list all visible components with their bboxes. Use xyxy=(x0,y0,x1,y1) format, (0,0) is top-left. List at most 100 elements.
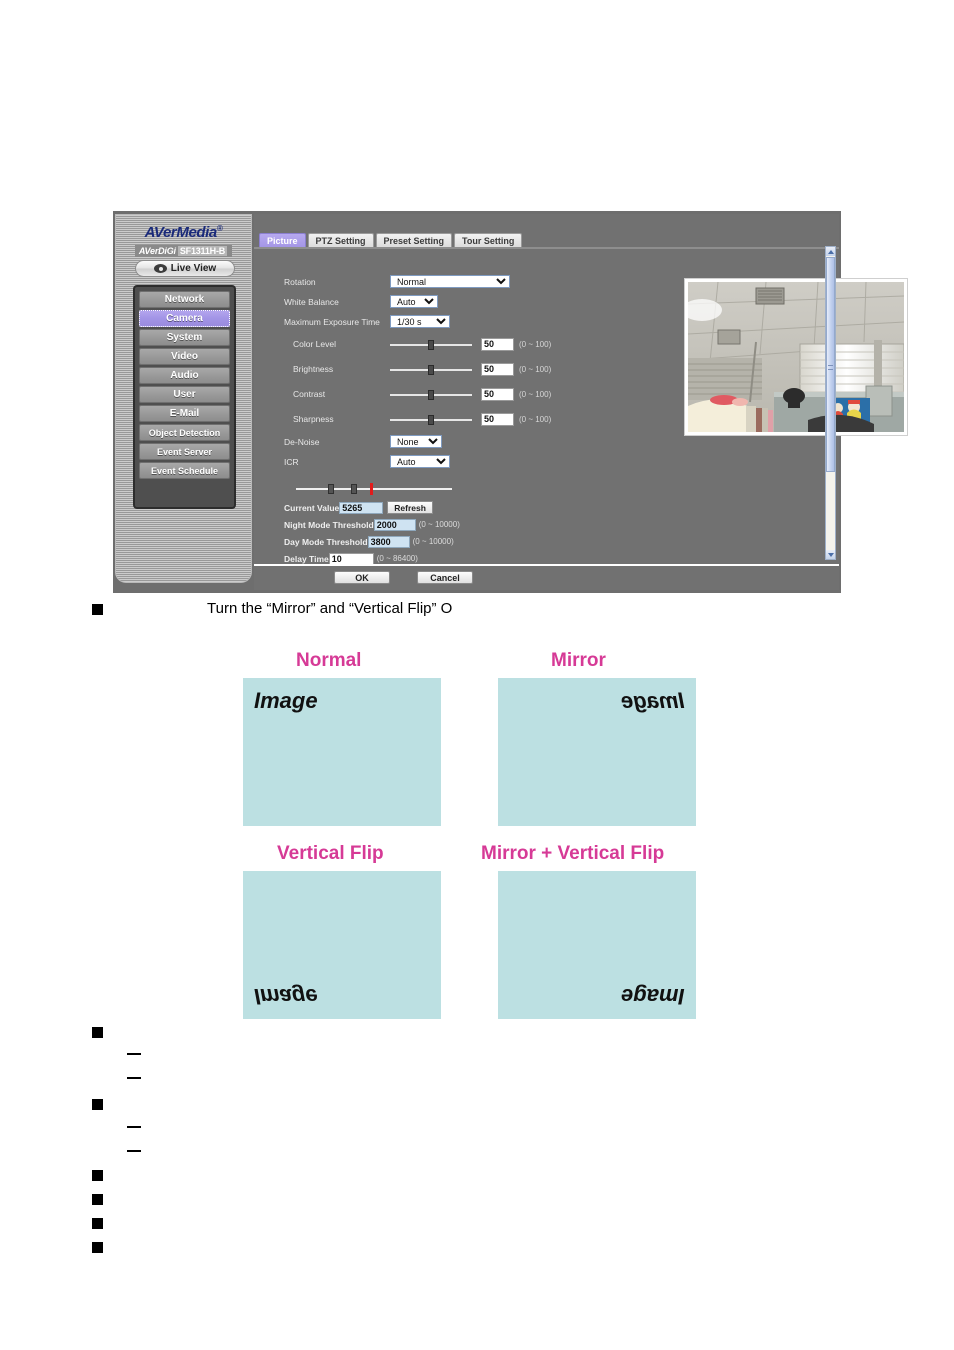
day-mode-threshold-label: Day Mode Threshold xyxy=(284,536,368,547)
delay-time-range: (0 ~ 86400) xyxy=(376,554,418,563)
day-threshold-thumb[interactable] xyxy=(351,484,357,494)
current-value-marker xyxy=(370,483,373,495)
denoise-label: De-Noise xyxy=(284,436,320,447)
sidebar-item-video[interactable]: Video xyxy=(139,348,230,365)
delay-time-label: Delay Time xyxy=(284,553,329,564)
video-preview-image[interactable] xyxy=(688,282,904,432)
night-mode-threshold-range: (0 ~ 10000) xyxy=(418,520,460,529)
row-icr: ICR Auto xyxy=(284,452,614,471)
refresh-button[interactable]: Refresh xyxy=(387,501,433,514)
tab-tour-setting[interactable]: Tour Setting xyxy=(454,233,523,247)
white-balance-label: White Balance xyxy=(284,296,339,307)
row-white-balance: White Balance Auto xyxy=(284,292,614,311)
sidebar-item-camera[interactable]: Camera xyxy=(139,310,230,327)
left-panel: AVerMedia® AVerDiGi SF1311H-B Live View N… xyxy=(115,214,252,583)
slider-thumb[interactable] xyxy=(428,364,434,375)
rotation-label: Rotation xyxy=(284,276,316,287)
icr-threshold-fields: Current Value Refresh Night Mode Thresho… xyxy=(284,499,584,567)
demo-box-vertical-flip: Image xyxy=(243,871,441,1019)
white-balance-select[interactable]: Auto xyxy=(390,295,438,308)
sharpness-range: (0 ~ 100) xyxy=(519,414,552,424)
bullet-marker xyxy=(92,1194,103,1205)
sidebar-item-network[interactable]: Network xyxy=(139,291,230,308)
contrast-input[interactable] xyxy=(481,387,514,401)
bullet-marker xyxy=(92,1170,103,1181)
office-ceiling-scene xyxy=(688,282,904,432)
sidebar-item-system[interactable]: System xyxy=(139,329,230,346)
color-level-slider[interactable] xyxy=(390,338,472,351)
scrollbar-thumb[interactable] xyxy=(826,257,835,472)
slider-thumb[interactable] xyxy=(428,339,434,350)
demo-title-mirror-vertical-flip: Mirror + Vertical Flip xyxy=(481,843,665,864)
sidebar-item-email[interactable]: E-Mail xyxy=(139,405,230,422)
sidebar-item-label: Network xyxy=(164,294,205,305)
brightness-range: (0 ~ 100) xyxy=(519,364,552,374)
slider-thumb[interactable] xyxy=(428,414,434,425)
row-brightness: Brightness (0 ~ 100) xyxy=(284,357,614,381)
demo-title-normal: Normal xyxy=(296,650,362,671)
row-current-value: Current Value Refresh xyxy=(284,499,584,516)
demo-title-vertical-flip: Vertical Flip xyxy=(277,843,384,864)
demo-title-mirror: Mirror xyxy=(551,650,606,671)
sidebar-item-audio[interactable]: Audio xyxy=(139,367,230,384)
row-max-exposure: Maximum Exposure Time 1/30 s xyxy=(284,312,614,331)
demo-word-mirror: Image xyxy=(621,688,685,713)
icr-threshold-slider[interactable] xyxy=(296,483,452,495)
document-page: AVerMedia® AVerDiGi SF1311H-B Live View N… xyxy=(0,0,954,1350)
night-mode-threshold-input[interactable] xyxy=(373,518,416,531)
night-mode-threshold-label: Night Mode Threshold xyxy=(284,519,374,530)
demo-word-vertical-flip: Image xyxy=(254,984,318,1009)
night-threshold-thumb[interactable] xyxy=(328,484,334,494)
cancel-button[interactable]: Cancel xyxy=(417,571,473,584)
video-preview-frame xyxy=(684,278,908,436)
sidebar-item-label: Event Server xyxy=(156,446,213,457)
sharpness-slider[interactable] xyxy=(390,413,472,426)
contrast-range: (0 ~ 100) xyxy=(519,389,552,399)
live-view-button[interactable]: Live View xyxy=(135,260,235,277)
row-contrast: Contrast (0 ~ 100) xyxy=(284,382,614,406)
instruction-text: Turn the “Mirror” and “Vertical Flip” O xyxy=(207,600,453,617)
scroll-down-icon[interactable] xyxy=(826,550,835,559)
color-level-input[interactable] xyxy=(481,337,514,351)
current-value-label: Current Value xyxy=(284,502,340,513)
slider-track xyxy=(296,488,452,490)
color-level-label: Color Level xyxy=(293,339,336,349)
dash-marker xyxy=(127,1150,141,1152)
sidebar-item-label: Camera xyxy=(166,313,203,324)
sharpness-input[interactable] xyxy=(481,412,514,426)
main-content-area: Picture PTZ Setting Preset Setting Tour … xyxy=(254,214,908,590)
brand-name: AVerMedia® xyxy=(144,224,223,241)
row-rotation: Rotation Normal xyxy=(284,272,614,291)
brightness-label: Brightness xyxy=(293,364,334,374)
brightness-input[interactable] xyxy=(481,362,514,376)
denoise-select[interactable]: None xyxy=(390,435,442,448)
bullet-marker xyxy=(92,1218,103,1229)
brand-model: AVerDiGi SF1311H-B xyxy=(134,245,233,257)
row-sharpness: Sharpness (0 ~ 100) xyxy=(284,407,614,431)
current-value-input[interactable] xyxy=(339,501,384,514)
sidebar-item-user[interactable]: User xyxy=(139,386,230,403)
tab-preset-setting[interactable]: Preset Setting xyxy=(375,233,453,247)
sidebar-item-event-schedule[interactable]: Event Schedule xyxy=(139,462,230,479)
bullet-marker xyxy=(92,1099,103,1110)
tab-picture[interactable]: Picture xyxy=(259,233,306,247)
slider-thumb[interactable] xyxy=(428,389,434,400)
icr-select[interactable]: Auto xyxy=(390,455,450,468)
demo-word-normal: Image xyxy=(254,688,318,713)
vertical-scrollbar[interactable] xyxy=(825,246,836,560)
sidebar-item-label: Video xyxy=(170,351,199,362)
sidebar-item-event-server[interactable]: Event Server xyxy=(139,443,230,460)
delay-time-input[interactable] xyxy=(328,552,374,565)
sidebar-item-object-detection[interactable]: Object Detection xyxy=(139,424,230,441)
scroll-up-icon[interactable] xyxy=(826,247,835,256)
ok-button[interactable]: OK xyxy=(334,571,390,584)
brightness-slider[interactable] xyxy=(390,363,472,376)
contrast-slider[interactable] xyxy=(390,388,472,401)
tab-ptz-setting[interactable]: PTZ Setting xyxy=(307,233,374,247)
sidebar-nav: Network Camera System Video Audio User E… xyxy=(133,285,236,509)
sidebar-item-label: User xyxy=(173,389,196,400)
rotation-select[interactable]: Normal xyxy=(390,275,510,288)
icr-label: ICR xyxy=(284,456,299,467)
max-exposure-select[interactable]: 1/30 s xyxy=(390,315,450,328)
day-mode-threshold-input[interactable] xyxy=(367,535,410,548)
